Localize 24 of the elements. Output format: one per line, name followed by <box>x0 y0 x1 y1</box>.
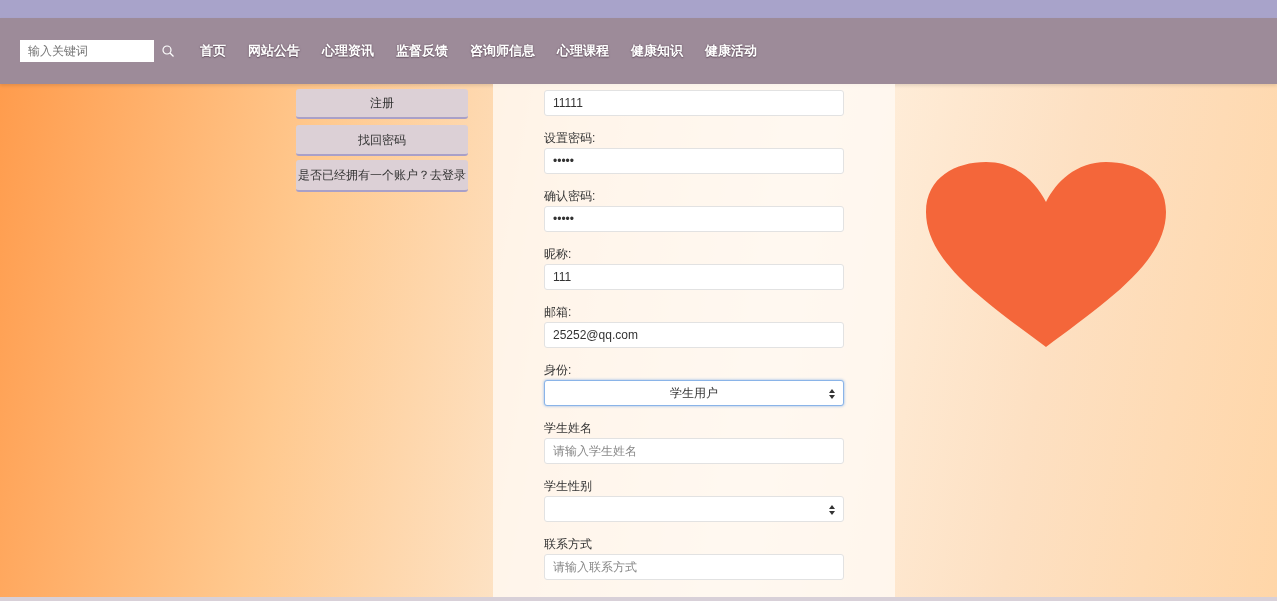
side-button[interactable]: 找回密码 <box>296 125 468 156</box>
input-field[interactable]: ••••• <box>544 206 844 232</box>
input-field[interactable]: 111 <box>544 264 844 290</box>
field-label: 确认密码: <box>544 188 597 205</box>
field-label: 学生性别 <box>544 478 593 495</box>
input-field[interactable]: 请输入联系方式 <box>544 554 844 580</box>
side-button[interactable]: 是否已经拥有一个账户？去登录 <box>296 160 468 192</box>
input-field[interactable]: 11111 <box>544 90 844 116</box>
input-field[interactable]: 25252@qq.com <box>544 322 844 348</box>
field-label: 设置密码: <box>544 130 597 147</box>
search-icon[interactable] <box>162 45 174 57</box>
field-label: 昵称: <box>544 246 573 263</box>
sort-arrows-icon <box>829 505 835 515</box>
field-label: 联系方式 <box>544 536 593 553</box>
search-field[interactable]: 输入关键词 <box>20 40 154 62</box>
field-label: 邮箱: <box>544 304 573 321</box>
select-field[interactable] <box>544 496 844 522</box>
sort-arrows-icon <box>829 389 835 399</box>
side-button[interactable]: 注册 <box>296 89 468 119</box>
input-field[interactable]: 请输入学生姓名 <box>544 438 844 464</box>
input-field[interactable]: ••••• <box>544 148 844 174</box>
field-label: 身份: <box>544 362 573 379</box>
field-label: 学生姓名 <box>544 420 593 437</box>
select-field[interactable]: 学生用户 <box>544 380 844 406</box>
